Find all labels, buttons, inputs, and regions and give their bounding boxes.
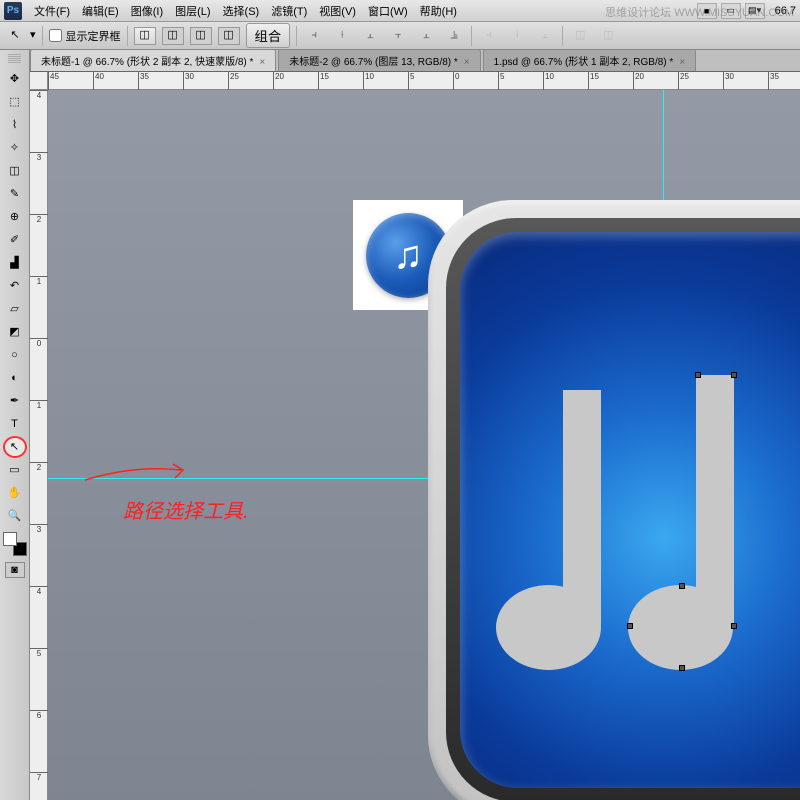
align-left[interactable]: ⫞ xyxy=(303,27,325,45)
menu-view[interactable]: 视图(V) xyxy=(313,3,362,19)
menu-edit[interactable]: 编辑(E) xyxy=(76,3,125,19)
toolbox: ✥ ⬚ ⌇ ✧ ◫ ✎ ⊕ ✐ ▟ ↶ ▱ ◩ ○ ◐ ✒ T ↖ ▭ ✋ 🔍 … xyxy=(0,50,30,800)
path-mode-intersect[interactable]: ◫ xyxy=(190,27,212,45)
align-top[interactable]: ⫟ xyxy=(387,27,409,45)
tool-preset-dropdown[interactable]: ▾ xyxy=(30,30,36,41)
menu-file[interactable]: 文件(F) xyxy=(28,3,76,19)
note-head-left xyxy=(496,585,601,670)
menu-help[interactable]: 帮助(H) xyxy=(414,3,463,19)
path-anchor[interactable] xyxy=(695,372,701,378)
stamp-tool[interactable]: ▟ xyxy=(3,252,27,274)
path-mode-add[interactable]: ◫ xyxy=(134,27,156,45)
path-select-tool-icon: ↖ xyxy=(6,27,24,45)
path-anchor[interactable] xyxy=(731,623,737,629)
history-brush-tool[interactable]: ↶ xyxy=(3,275,27,297)
menu-image[interactable]: 图像(I) xyxy=(125,3,169,19)
healing-tool[interactable]: ⊕ xyxy=(3,206,27,228)
close-icon[interactable]: × xyxy=(464,57,470,68)
gradient-tool[interactable]: ◩ xyxy=(3,321,27,343)
path-selection-tool[interactable]: ↖ xyxy=(3,436,27,458)
annotation-arrow xyxy=(83,460,193,490)
distribute-2[interactable]: ⟊ xyxy=(506,27,528,45)
options-bar: ↖ ▾ 显示定界框 ◫ ◫ ◫ ◫ 组合 ⫞ ⟊ ⫠ ⫟ ⫠ ⫡ ⫞ ⟊ ⫠ ◫… xyxy=(0,22,800,50)
watermark-text: 思维设计论坛 WWW.MISSYUAN.COM xyxy=(605,4,794,20)
wand-tool[interactable]: ✧ xyxy=(3,137,27,159)
type-tool[interactable]: T xyxy=(3,413,27,435)
foreground-color[interactable] xyxy=(3,532,17,546)
show-bounding-box-checkbox[interactable] xyxy=(49,29,62,42)
menu-select[interactable]: 选择(S) xyxy=(217,3,266,19)
doc-tab-3[interactable]: 1.psd @ 66.7% (形状 1 副本 2, RGB/8) *× xyxy=(483,49,697,71)
menu-layer[interactable]: 图层(L) xyxy=(169,3,216,19)
arrange-1[interactable]: ◫ xyxy=(569,27,591,45)
toolbox-grip[interactable] xyxy=(8,54,21,64)
eraser-tool[interactable]: ▱ xyxy=(3,298,27,320)
close-icon[interactable]: × xyxy=(259,57,265,68)
move-tool[interactable]: ✥ xyxy=(3,68,27,90)
show-bounding-box-label: 显示定界框 xyxy=(66,28,121,44)
menu-window[interactable]: 窗口(W) xyxy=(362,3,414,19)
zoom-tool[interactable]: 🔍 xyxy=(3,505,27,527)
path-mode-subtract[interactable]: ◫ xyxy=(162,27,184,45)
music-note-icon: ♫ xyxy=(393,233,423,278)
photoshop-icon: Ps xyxy=(4,2,22,20)
path-mode-exclude[interactable]: ◫ xyxy=(218,27,240,45)
note-stem-right xyxy=(696,375,734,625)
quickmask-toggle[interactable]: ◙ xyxy=(5,562,25,578)
icon-outer-frame xyxy=(428,200,800,800)
distribute-3[interactable]: ⫠ xyxy=(534,27,556,45)
align-center-v[interactable]: ⫠ xyxy=(415,27,437,45)
vertical-ruler[interactable]: 432101234567 xyxy=(30,90,48,800)
arrange-2[interactable]: ◫ xyxy=(597,27,619,45)
color-swatches[interactable] xyxy=(3,532,27,556)
rectangle-tool[interactable]: ▭ xyxy=(3,459,27,481)
note-head-right xyxy=(628,585,733,670)
close-icon[interactable]: × xyxy=(679,57,685,68)
dodge-tool[interactable]: ◐ xyxy=(3,367,27,389)
doc-tab-2[interactable]: 未标题-2 @ 66.7% (图层 13, RGB/8) *× xyxy=(278,49,480,71)
lasso-tool[interactable]: ⌇ xyxy=(3,114,27,136)
menu-filter[interactable]: 滤镜(T) xyxy=(265,3,313,19)
path-anchor[interactable] xyxy=(627,623,633,629)
combine-button[interactable]: 组合 xyxy=(246,23,291,48)
align-right[interactable]: ⫠ xyxy=(359,27,381,45)
marquee-tool[interactable]: ⬚ xyxy=(3,91,27,113)
icon-dark-ring xyxy=(446,218,800,800)
canvas[interactable]: ♫ xyxy=(48,90,800,800)
path-anchor[interactable] xyxy=(679,665,685,671)
blur-tool[interactable]: ○ xyxy=(3,344,27,366)
annotation-text: 路径选择工具. xyxy=(123,495,248,524)
distribute-1[interactable]: ⫞ xyxy=(478,27,500,45)
canvas-area: 4540353025201510505101520253035 43210123… xyxy=(30,72,800,800)
path-anchor[interactable] xyxy=(679,583,685,589)
doc-tab-1[interactable]: 未标题-1 @ 66.7% (形状 2 副本 2, 快速蒙版/8) *× xyxy=(30,49,276,71)
align-center-h[interactable]: ⟊ xyxy=(331,27,353,45)
eyedropper-tool[interactable]: ✎ xyxy=(3,183,27,205)
horizontal-ruler[interactable]: 4540353025201510505101520253035 xyxy=(48,72,800,90)
align-bottom[interactable]: ⫡ xyxy=(443,27,465,45)
crop-tool[interactable]: ◫ xyxy=(3,160,27,182)
ruler-origin[interactable] xyxy=(30,72,48,90)
brush-tool[interactable]: ✐ xyxy=(3,229,27,251)
path-anchor[interactable] xyxy=(731,372,737,378)
pen-tool[interactable]: ✒ xyxy=(3,390,27,412)
hand-tool[interactable]: ✋ xyxy=(3,482,27,504)
document-tabs: 未标题-1 @ 66.7% (形状 2 副本 2, 快速蒙版/8) *× 未标题… xyxy=(30,50,800,72)
icon-blue-surface xyxy=(460,232,800,788)
